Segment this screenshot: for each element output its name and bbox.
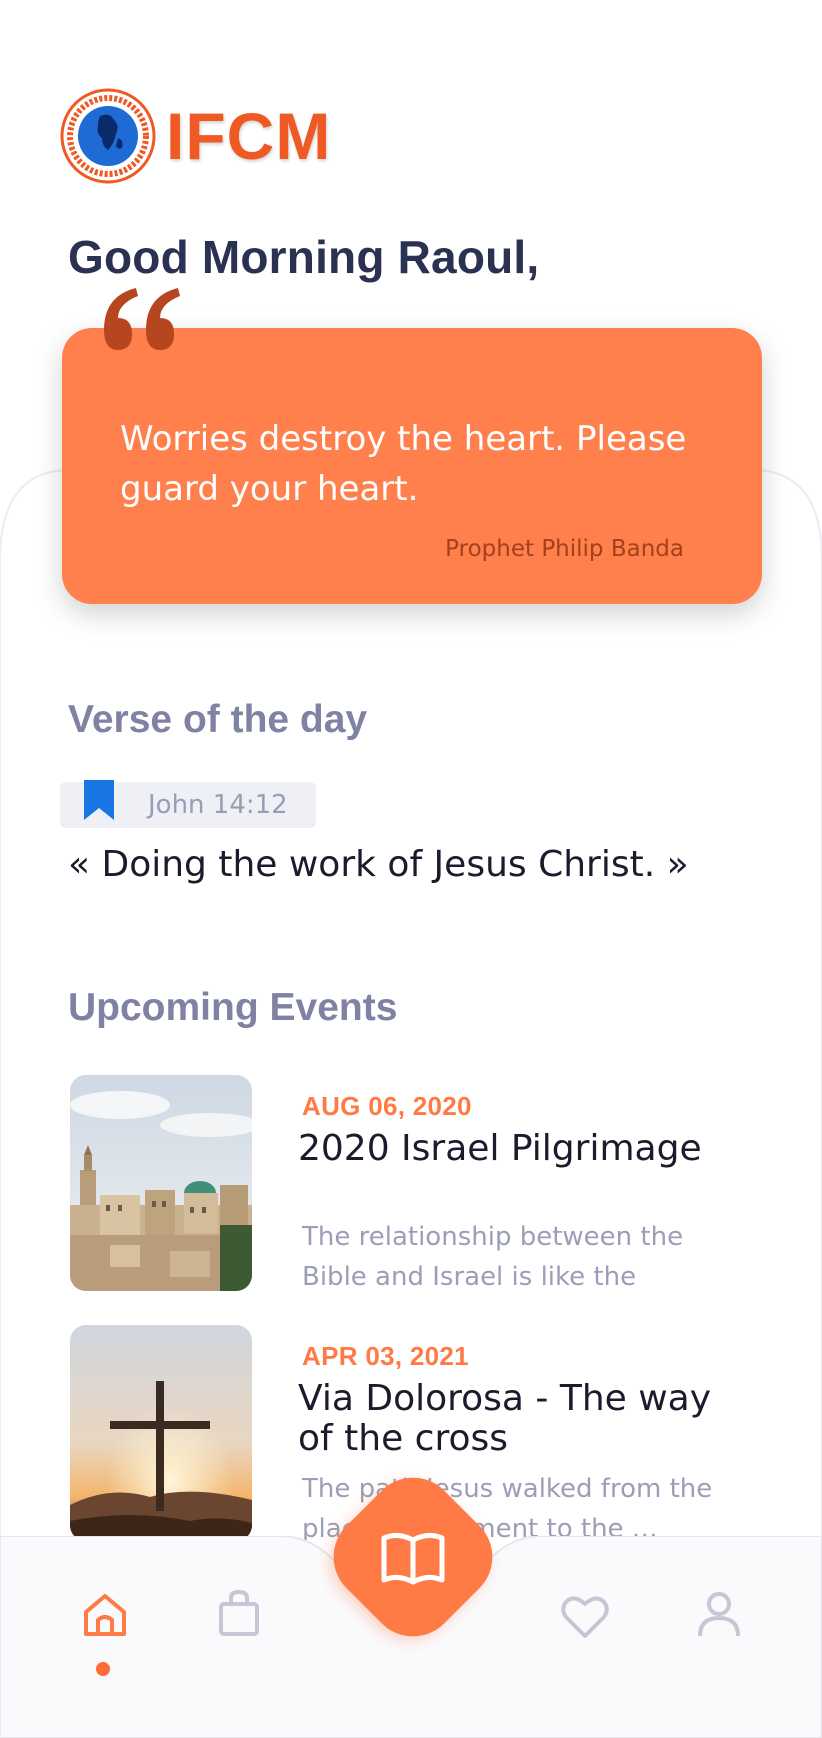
home-icon[interactable] xyxy=(80,1590,130,1640)
heart-icon[interactable] xyxy=(560,1592,610,1642)
active-indicator xyxy=(96,1662,110,1676)
quote-text: Worries destroy the heart. Please guard … xyxy=(120,419,687,509)
bookmark-icon xyxy=(84,780,114,820)
event-image xyxy=(70,1325,252,1541)
logo-seal-icon xyxy=(60,88,156,184)
app-screen: IFCM Good Morning Raoul, Worries destroy… xyxy=(0,0,822,1738)
jerusalem-city-photo xyxy=(70,1075,252,1291)
verse-reference-chip[interactable]: John 14:12 xyxy=(60,780,316,828)
event-image xyxy=(70,1075,252,1291)
app-logo: IFCM xyxy=(60,88,331,184)
event-date: APR 03, 2021 xyxy=(302,1341,469,1371)
event-description: The relationship between the Bible and I… xyxy=(302,1222,684,1292)
verse-reference: John 14:12 xyxy=(148,790,288,820)
quote-mark-icon xyxy=(104,288,180,350)
bible-icon xyxy=(381,1532,445,1585)
event-date: AUG 06, 2020 xyxy=(302,1091,472,1121)
logo-wordmark: IFCM xyxy=(166,99,332,173)
cross-sunset-photo xyxy=(70,1325,252,1541)
event-title: Via Dolorosa - The way of the cross xyxy=(298,1378,712,1459)
greeting-title: Good Morning Raoul, xyxy=(68,231,540,283)
event-title: 2020 Israel Pilgrimage xyxy=(298,1128,702,1169)
profile-icon[interactable] xyxy=(694,1590,744,1640)
shopping-bag-icon[interactable] xyxy=(214,1588,264,1638)
verse-text: « Doing the work of Jesus Christ. » xyxy=(68,844,689,885)
events-section-title: Upcoming Events xyxy=(68,986,398,1029)
verse-section-title: Verse of the day xyxy=(68,698,368,741)
event-card[interactable]: AUG 06, 2020 2020 Israel Pilgrimage The … xyxy=(70,1075,770,1295)
quote-author: Prophet Philip Banda xyxy=(445,536,684,562)
